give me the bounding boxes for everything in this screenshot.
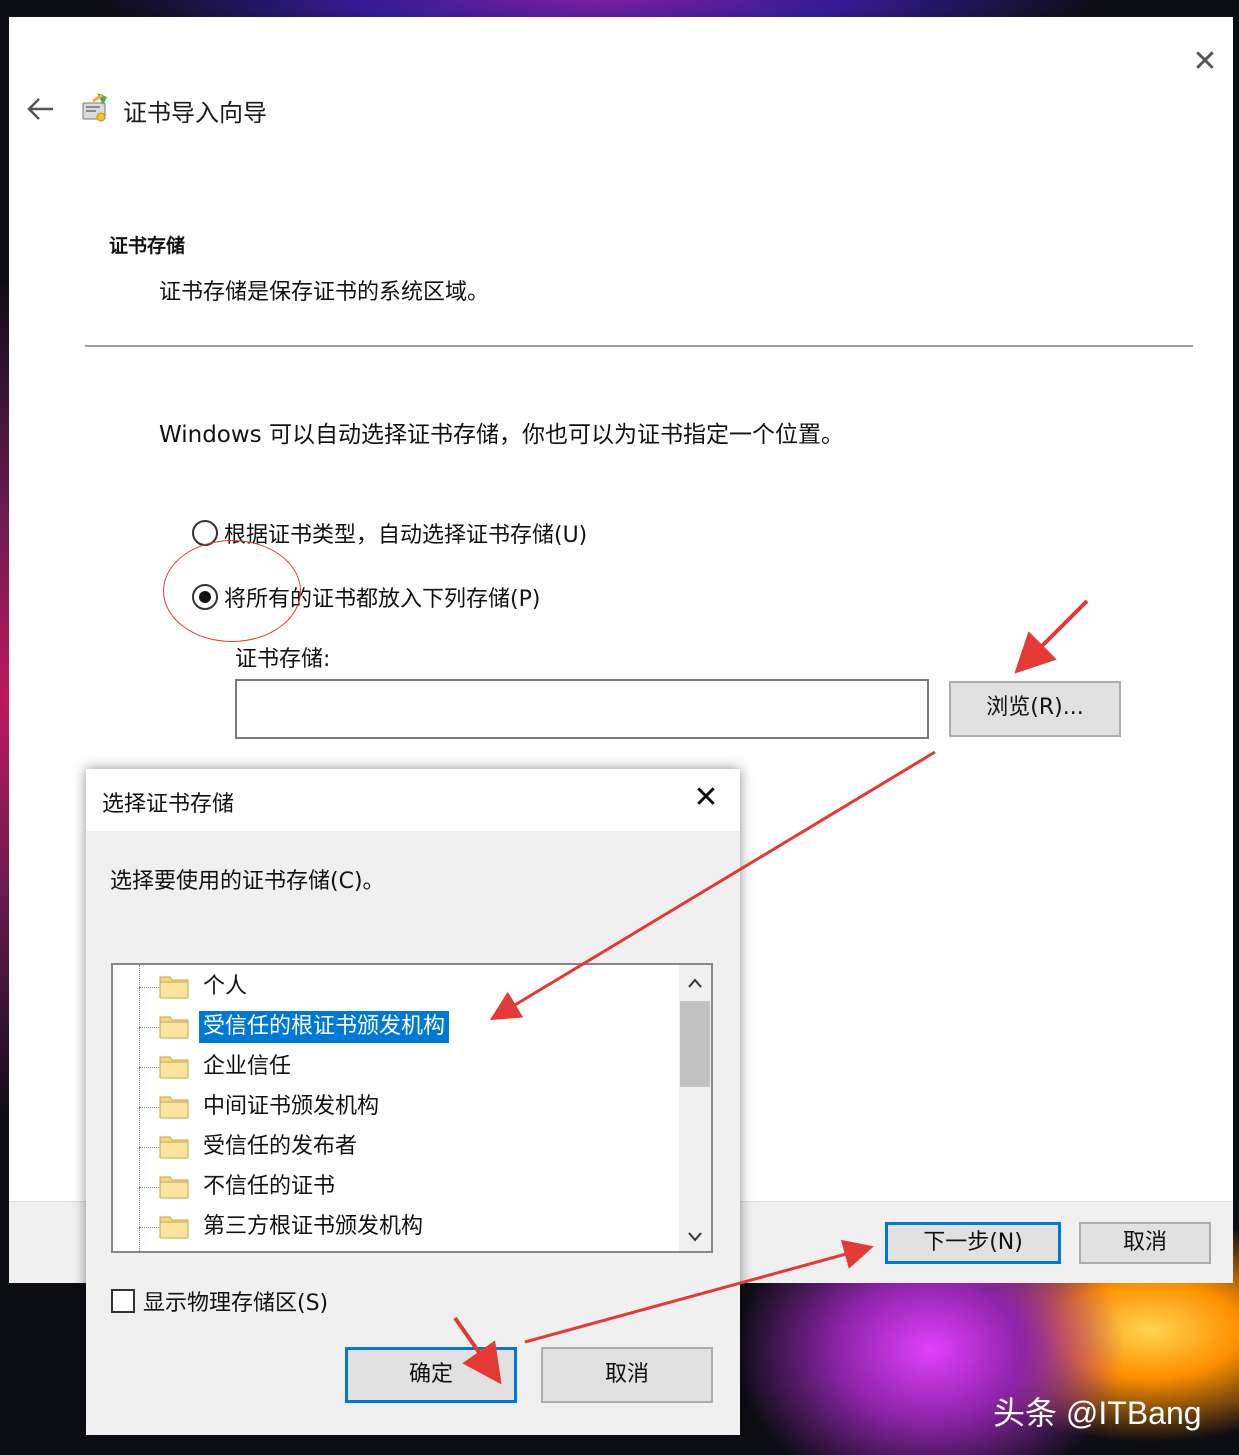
back-arrow-icon[interactable] [23, 91, 59, 127]
tree-branch-line [139, 987, 159, 988]
store-tree[interactable]: 个人 受信任的根证书颁发机构 企业信任 中间证书颁发机构 受信任的发布者 不信任… [111, 963, 713, 1253]
close-icon[interactable]: ✕ [1189, 47, 1221, 79]
folder-icon [159, 973, 189, 999]
divider [85, 345, 1193, 347]
tree-branch-line [139, 1067, 159, 1068]
store-label: 证书存储: [235, 647, 331, 672]
dialog-title: 选择证书存储 [102, 792, 235, 817]
intro-text: Windows 可以自动选择证书存储，你也可以为证书指定一个位置。 [159, 422, 844, 448]
section-title: 证书存储 [109, 235, 186, 257]
watermark: 头条 @ITBang [993, 1395, 1202, 1431]
tree-item-label[interactable]: 企业信任 [199, 1051, 295, 1083]
tree-item[interactable]: 企业信任 [113, 1047, 679, 1087]
folder-icon [159, 1173, 189, 1199]
folder-icon [159, 1093, 189, 1119]
tree-branch-line [139, 1027, 159, 1028]
tree-branch-line [139, 1107, 159, 1108]
certificate-icon [79, 91, 113, 125]
ok-button[interactable]: 确定 [345, 1347, 517, 1403]
tree-branch-line [139, 1227, 159, 1228]
tree-item[interactable]: 受信任的根证书颁发机构 [113, 1007, 679, 1047]
checkbox[interactable] [111, 1289, 135, 1313]
tree-item[interactable]: 不信任的证书 [113, 1167, 679, 1207]
show-physical-stores[interactable]: 显示物理存储区(S) [111, 1285, 328, 1317]
store-input[interactable] [235, 679, 929, 739]
cancel-button[interactable]: 取消 [1079, 1222, 1211, 1264]
browse-button[interactable]: 浏览(R)... [949, 681, 1121, 737]
folder-icon [159, 1133, 189, 1159]
wizard-title: 证书导入向导 [123, 99, 267, 127]
chevron-down-icon[interactable] [679, 1219, 711, 1251]
tree-branch-line [139, 1187, 159, 1188]
checkbox-label: 显示物理存储区(S) [143, 1291, 329, 1316]
folder-icon [159, 1013, 189, 1039]
dialog-description: 选择要使用的证书存储(C)。 [110, 869, 385, 894]
next-button[interactable]: 下一步(N) [885, 1222, 1061, 1264]
scroll-thumb[interactable] [680, 1001, 710, 1087]
tree-item-label[interactable]: 个人 [199, 971, 251, 1003]
tree-item[interactable]: 受信任的发布者 [113, 1127, 679, 1167]
close-icon[interactable]: ✕ [690, 783, 722, 815]
tree-item[interactable]: 第三方根证书颁发机构 [113, 1207, 679, 1247]
tree-item-label-selected[interactable]: 受信任的根证书颁发机构 [199, 1011, 450, 1043]
tree-scrollbar[interactable] [679, 965, 711, 1251]
section-description: 证书存储是保存证书的系统区域。 [159, 280, 490, 305]
radio-auto-label: 根据证书类型，自动选择证书存储(U) [224, 523, 588, 548]
tree-branch-line [139, 1147, 159, 1148]
tree-item-label[interactable]: 不信任的证书 [199, 1171, 339, 1203]
select-store-dialog: 选择证书存储 ✕ 选择要使用的证书存储(C)。 个人 受信任的根证书颁发机构 企… [86, 769, 740, 1435]
dialog-cancel-button[interactable]: 取消 [541, 1347, 713, 1403]
dialog-titlebar: 选择证书存储 ✕ [86, 769, 740, 831]
tree-item[interactable]: 中间证书颁发机构 [113, 1087, 679, 1127]
folder-icon [159, 1213, 189, 1239]
tree-item-label[interactable]: 受信任的发布者 [199, 1131, 361, 1163]
tree-item-label[interactable]: 第三方根证书颁发机构 [199, 1211, 427, 1243]
annotation-circle [163, 540, 301, 642]
tree-item[interactable]: 个人 [113, 967, 679, 1007]
folder-icon [159, 1053, 189, 1079]
chevron-up-icon[interactable] [679, 965, 711, 997]
tree-item-label[interactable]: 中间证书颁发机构 [199, 1091, 383, 1123]
